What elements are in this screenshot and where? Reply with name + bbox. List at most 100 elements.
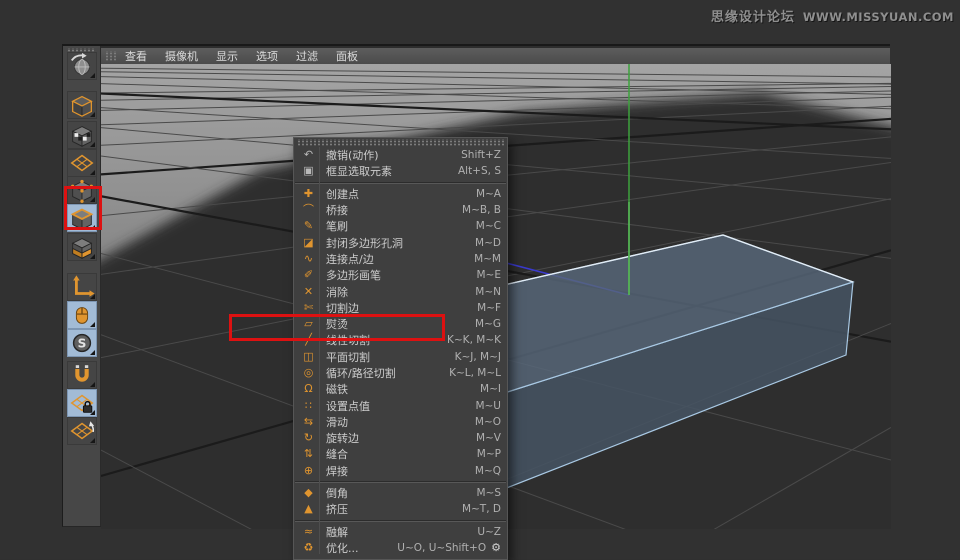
- bevel-icon: ◆: [304, 486, 313, 500]
- menu-item-label: 线性切割: [326, 334, 370, 348]
- menu-item-label: 循环/路径切割: [326, 367, 396, 380]
- menu-item-rotate-edge[interactable]: ↻ 旋转边 M~V: [294, 430, 507, 446]
- menu-item-label: 融解: [326, 525, 348, 539]
- toolbar-enable-snap[interactable]: [67, 361, 97, 389]
- menu-item-label: 笔刷: [326, 220, 348, 234]
- menu-item-polygon-pen[interactable]: ✐ 多边形画笔 M~E: [294, 267, 507, 283]
- watermark-site-name: 思缘设计论坛: [710, 10, 795, 25]
- menu-item-label: 缝合: [326, 448, 348, 462]
- toolbar-viewport-solo[interactable]: [67, 301, 97, 329]
- menu-item-magnet[interactable]: Ω 磁铁 M~I: [294, 381, 507, 397]
- iron-icon: ▱: [304, 317, 313, 331]
- toolbar-polygons-mode[interactable]: [67, 233, 97, 261]
- menu-item-shortcut: M~E: [476, 269, 502, 282]
- menu-item-frame-selected-elements[interactable]: ▣ 框显选取元素 Alt+S, S: [294, 163, 507, 179]
- toolbar-texture-mode[interactable]: [67, 121, 97, 149]
- menu-item-shortcut: M~Q: [474, 464, 501, 477]
- menu-tearoff-handle[interactable]: [296, 139, 505, 146]
- mode-tool-palette: S: [63, 46, 101, 526]
- menu-item-close-polygon-hole[interactable]: ◪ 封闭多边形孔洞 M~D: [294, 234, 507, 250]
- menu-item-shortcut: M~U: [475, 399, 501, 412]
- menu-item-create-point[interactable]: ✚ 创建点 M~A: [294, 186, 507, 202]
- menu-item-plane-cut[interactable]: ◫ 平面切割 K~J, M~J: [294, 349, 507, 365]
- svg-text:S: S: [78, 337, 87, 351]
- line-cut-icon: ╱: [305, 333, 312, 347]
- menu-separator: [295, 480, 506, 483]
- menu-item-shortcut: M~B, B: [462, 204, 501, 217]
- frame-selected-elements-icon: ▣: [303, 164, 314, 178]
- menubar-grip[interactable]: [104, 51, 116, 61]
- viewport-menu-显示[interactable]: 显示: [207, 48, 247, 64]
- menu-item-cut-edge[interactable]: ✄ 切割边 M~F: [294, 300, 507, 316]
- menu-item-shortcut: M~F: [477, 301, 501, 314]
- toolbar-axis-mode[interactable]: [67, 273, 97, 301]
- menu-item-label: 创建点: [326, 187, 359, 201]
- weld-icon: ⊕: [303, 463, 314, 477]
- menu-item-melt[interactable]: ≈ 融解 U~Z: [294, 524, 507, 540]
- menu-item-slide[interactable]: ⇆ 滑动 M~O: [294, 414, 507, 430]
- menu-item-shortcut: K~L, M~L: [449, 367, 501, 379]
- menu-item-shortcut: M~N: [475, 285, 501, 298]
- set-point-value-icon: ∷: [305, 398, 312, 412]
- desktop-background: 思缘设计论坛WWW.MISSYUAN.COM S 查看摄像机显示选项过滤面板 透…: [0, 0, 960, 560]
- brush-icon: ✎: [303, 219, 314, 233]
- menu-item-bridge[interactable]: ⌒ 桥接 M~B, B: [294, 202, 507, 218]
- menu-item-set-point-value[interactable]: ∷ 设置点值 M~U: [294, 397, 507, 413]
- menu-item-undo-action[interactable]: ↶ 撤销(动作) Shift+Z: [294, 147, 507, 163]
- extrude-icon: ▲: [304, 502, 313, 516]
- polygon-pen-icon: ✐: [303, 268, 314, 282]
- menu-item-label: 多边形画笔: [326, 269, 381, 283]
- toolbar-workplane-mode[interactable]: [67, 149, 97, 177]
- menu-item-label: 切割边: [326, 301, 359, 315]
- viewport-menu-选项[interactable]: 选项: [247, 48, 287, 64]
- create-point-icon: ✚: [303, 186, 314, 200]
- viewport-menu-面板[interactable]: 面板: [327, 48, 367, 64]
- stitch-and-sew-icon: ⇅: [303, 447, 314, 461]
- menu-item-shortcut: M~G: [475, 318, 501, 331]
- menu-item-iron[interactable]: ▱ 熨烫 M~G: [294, 316, 507, 332]
- viewport-menu-过滤[interactable]: 过滤: [287, 48, 327, 64]
- menu-item-shortcut: M~T, D: [461, 503, 501, 516]
- toolbar-make-editable[interactable]: [67, 52, 97, 80]
- toolbar-workplane-lock[interactable]: [67, 389, 97, 417]
- optimize-settings-gear-icon[interactable]: ⚙: [491, 541, 501, 554]
- menu-item-connect-points-edges[interactable]: ∿ 连接点/边 M~M: [294, 251, 507, 267]
- menu-item-optimize[interactable]: ♻ 优化... U~O, U~Shift+O ⚙: [294, 540, 507, 556]
- menu-item-extrude[interactable]: ▲ 挤压 M~T, D: [294, 501, 507, 517]
- menu-item-bevel[interactable]: ◆ 倒角 M~S: [294, 485, 507, 501]
- viewport-menu-查看[interactable]: 查看: [116, 48, 156, 64]
- close-polygon-hole-icon: ◪: [303, 235, 314, 249]
- menu-item-label: 挤压: [326, 503, 348, 517]
- menu-item-shortcut: U~O, U~Shift+O: [397, 541, 487, 554]
- melt-icon: ≈: [303, 524, 314, 538]
- menu-item-weld[interactable]: ⊕ 焊接 M~Q: [294, 463, 507, 479]
- cut-edge-icon: ✄: [303, 300, 314, 314]
- menu-item-label: 旋转边: [326, 432, 359, 446]
- optimize-icon: ♻: [303, 540, 314, 554]
- undo-action-icon: ↶: [303, 148, 314, 162]
- menu-item-shortcut: K~J, M~J: [454, 350, 501, 363]
- dissolve-icon: ✕: [303, 284, 314, 298]
- menu-separator: [295, 519, 506, 522]
- toolbar-points-mode[interactable]: [67, 176, 97, 204]
- menu-item-label: 倒角: [326, 487, 348, 501]
- toolbar-workplane-align[interactable]: [67, 417, 97, 445]
- menu-item-stitch-and-sew[interactable]: ⇅ 缝合 M~P: [294, 446, 507, 462]
- menu-item-dissolve[interactable]: ✕ 消除 M~N: [294, 283, 507, 299]
- toolbar-snap-badge[interactable]: S: [67, 329, 97, 357]
- menu-item-label: 撤销(动作): [326, 149, 379, 163]
- menu-item-brush[interactable]: ✎ 笔刷 M~C: [294, 218, 507, 234]
- plane-cut-icon: ◫: [303, 349, 314, 363]
- context-menu: ↶ 撤销(动作) Shift+Z ▣ 框显选取元素 Alt+S, S ✚ 创建点 M~A ⌒ 桥接 M…: [293, 137, 508, 560]
- menu-item-shortcut: M~A: [475, 187, 501, 200]
- toolbar-edges-mode[interactable]: [67, 204, 97, 232]
- viewport-menubar: 查看 摄像机 显示 选项 过滤 面板: [101, 48, 890, 65]
- menu-item-label: 桥接: [326, 204, 348, 218]
- menu-item-loop-path-cut[interactable]: ◎ 循环/路径切割 K~L, M~L: [294, 365, 507, 381]
- viewport-menu-摄像机[interactable]: 摄像机: [156, 48, 207, 64]
- menu-item-label: 焊接: [326, 464, 348, 478]
- magnet-icon: Ω: [304, 382, 313, 396]
- menu-item-shortcut: M~S: [476, 487, 501, 500]
- toolbar-model-mode[interactable]: [67, 91, 97, 119]
- menu-item-line-cut[interactable]: ╱ 线性切割 K~K, M~K: [294, 332, 507, 348]
